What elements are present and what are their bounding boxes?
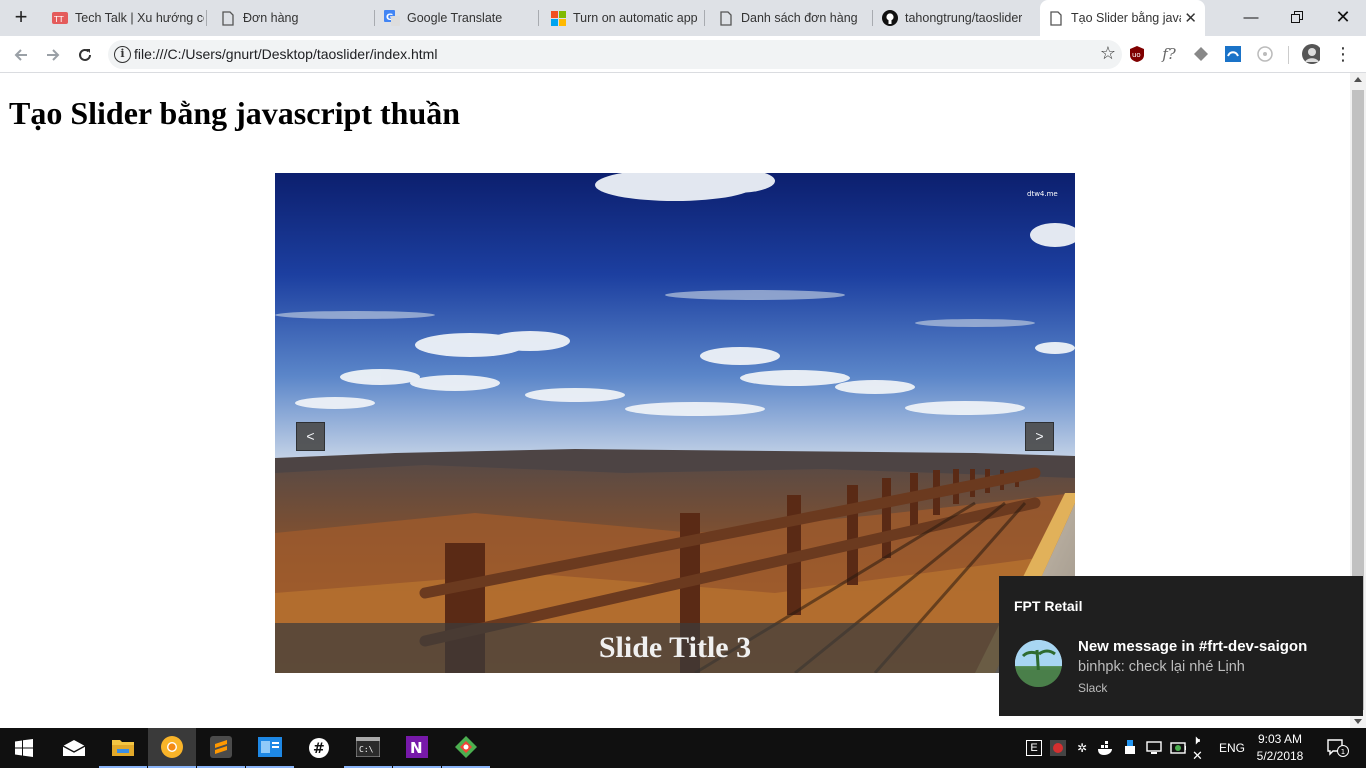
tab-separator — [704, 10, 705, 26]
sublime-text-taskbar-icon[interactable] — [197, 728, 245, 768]
svg-text:TT: TT — [53, 15, 64, 24]
close-window-button[interactable]: ✕ — [1320, 0, 1366, 34]
onenote-taskbar-icon[interactable]: N — [393, 728, 441, 768]
notification-avatar — [1015, 640, 1062, 687]
notification-title: New message in #frt-dev-saigon — [1078, 638, 1308, 655]
scroll-down-arrow-icon[interactable] — [1354, 719, 1362, 724]
back-button[interactable] — [8, 42, 34, 68]
slide-caption: Slide Title 3 — [275, 623, 1075, 673]
slide-image: dtw4.me — [275, 173, 1075, 673]
windows-taskbar: # C:\ N E ✲ 🕨✕ ENG 9:03 AM 5/2/2018 1 — [0, 728, 1366, 768]
notification-source: Slack — [1078, 681, 1108, 695]
new-tab-button[interactable]: + — [8, 6, 34, 30]
chrome-canary-taskbar-icon[interactable] — [148, 728, 196, 768]
mail-taskbar-icon[interactable] — [50, 728, 98, 768]
page-icon — [220, 10, 236, 26]
notification-count: 1 — [1341, 748, 1345, 756]
tab-turn-on-automatic[interactable]: Turn on automatic app — [542, 4, 702, 32]
svg-text:#: # — [313, 741, 325, 757]
github-icon — [882, 10, 898, 26]
scroll-up-arrow-icon[interactable] — [1354, 77, 1362, 82]
svg-text:C:\: C:\ — [359, 745, 374, 754]
tray-network-icon[interactable] — [1146, 740, 1162, 756]
tab-danh-sach-don-hang[interactable]: Danh sách đơn hàng — [710, 4, 870, 32]
google-translate-icon: G — [384, 10, 400, 26]
taskbar-clock[interactable]: 9:03 AM 5/2/2018 — [1252, 731, 1308, 765]
tab-separator — [374, 10, 375, 26]
tab-tao-slider[interactable]: Tạo Slider bằng javascript thuần ✕ — [1040, 0, 1205, 36]
close-tab-icon[interactable]: ✕ — [1184, 9, 1197, 27]
techtalk-icon: TT — [52, 10, 68, 26]
address-url[interactable]: file:///C:/Users/gnurt/Desktop/taoslider… — [134, 46, 437, 62]
action-center-icon: 1 — [1327, 739, 1349, 757]
slider-next-button[interactable]: > — [1025, 422, 1054, 451]
slide-watermark: dtw4.me — [1027, 190, 1058, 198]
profile-avatar[interactable] — [1302, 44, 1320, 64]
tab-title: Tech Talk | Xu hướng công — [75, 11, 204, 25]
clock-date: 5/2/2018 — [1256, 749, 1304, 763]
svg-text:uo: uo — [1132, 51, 1141, 59]
tab-title: tahongtrung/taoslider — [905, 11, 1023, 25]
tab-strip: + TT Tech Talk | Xu hướng công Đơn hàng … — [0, 0, 1366, 36]
circle-extension-icon[interactable] — [1256, 45, 1274, 63]
tray-docker-icon[interactable] — [1098, 740, 1114, 756]
tab-title: Turn on automatic app — [573, 11, 698, 25]
tray-e-icon[interactable]: E — [1026, 740, 1042, 756]
reload-icon — [79, 48, 91, 61]
forward-button[interactable] — [40, 42, 66, 68]
bookmark-star-icon[interactable]: ☆ — [1100, 43, 1116, 64]
tab-tech-talk[interactable]: TT Tech Talk | Xu hướng công — [44, 4, 204, 32]
tab-separator — [872, 10, 873, 26]
tray-record-icon[interactable] — [1050, 740, 1066, 756]
address-bar[interactable]: i file:///C:/Users/gnurt/Desktop/taoslid… — [108, 40, 1122, 69]
slack-taskbar-icon[interactable]: # — [295, 728, 343, 768]
tab-title: Google Translate — [407, 11, 503, 25]
slider-prev-button[interactable]: < — [296, 422, 325, 451]
tray-usb-icon[interactable] — [1122, 740, 1138, 756]
windows-logo-icon — [15, 739, 33, 757]
back-arrow-icon — [14, 49, 27, 61]
tab-don-hang[interactable]: Đơn hàng — [212, 4, 372, 32]
terminal-taskbar-icon[interactable]: C:\ — [344, 728, 392, 768]
file-explorer-taskbar-icon[interactable] — [99, 728, 147, 768]
contacts-taskbar-icon[interactable] — [246, 728, 294, 768]
gitkraken-taskbar-icon[interactable] — [442, 728, 490, 768]
image-slider: dtw4.me < > Slide Title 3 — [275, 173, 1075, 673]
restore-button[interactable] — [1274, 0, 1320, 34]
slack-notification[interactable]: FPT Retail New message in #frt-dev-saigo… — [999, 576, 1363, 716]
tab-title: Danh sách đơn hàng — [741, 11, 858, 25]
microsoft-icon — [550, 10, 566, 26]
info-icon[interactable]: i — [114, 46, 131, 63]
function-extension-icon[interactable]: f? — [1160, 45, 1178, 63]
puzzle-extension-icon[interactable] — [1192, 45, 1210, 63]
page-icon — [1048, 10, 1064, 26]
tab-title: Tạo Slider bằng javascript thuần — [1071, 11, 1181, 25]
page-title: Tạo Slider bằng javascript thuần — [9, 95, 461, 131]
tab-google-translate[interactable]: G Google Translate — [376, 4, 536, 32]
page-icon — [718, 10, 734, 26]
minimize-button[interactable]: — — [1228, 0, 1274, 34]
tab-github-taoslider[interactable]: tahongtrung/taoslider — [874, 4, 1034, 32]
reload-button[interactable] — [72, 42, 98, 68]
notification-message: binhpk: check lại nhé Lịnh — [1078, 659, 1245, 675]
tray-battery-icon[interactable] — [1170, 740, 1186, 756]
menu-kebab-icon[interactable]: ⋮ — [1334, 44, 1352, 64]
tray-volume-muted-icon[interactable]: 🕨✕ — [1192, 732, 1208, 763]
toolbar-divider — [1288, 46, 1289, 64]
restore-icon — [1291, 11, 1303, 23]
tray-gear-icon[interactable]: ✲ — [1074, 740, 1090, 756]
ublock-icon[interactable]: uo — [1128, 45, 1146, 63]
forward-arrow-icon — [47, 49, 60, 61]
screenshot-extension-icon[interactable] — [1224, 45, 1242, 63]
clock-time: 9:03 AM — [1257, 732, 1303, 746]
language-indicator[interactable]: ENG — [1219, 741, 1245, 755]
svg-text:N: N — [410, 739, 423, 757]
start-button[interactable] — [0, 728, 48, 768]
browser-toolbar: i file:///C:/Users/gnurt/Desktop/taoslid… — [0, 36, 1366, 73]
action-center-button[interactable]: 1 — [1326, 739, 1350, 757]
tab-separator — [206, 10, 207, 26]
notification-app-name: FPT Retail — [1014, 598, 1083, 614]
tab-separator — [538, 10, 539, 26]
tab-title: Đơn hàng — [243, 11, 299, 25]
